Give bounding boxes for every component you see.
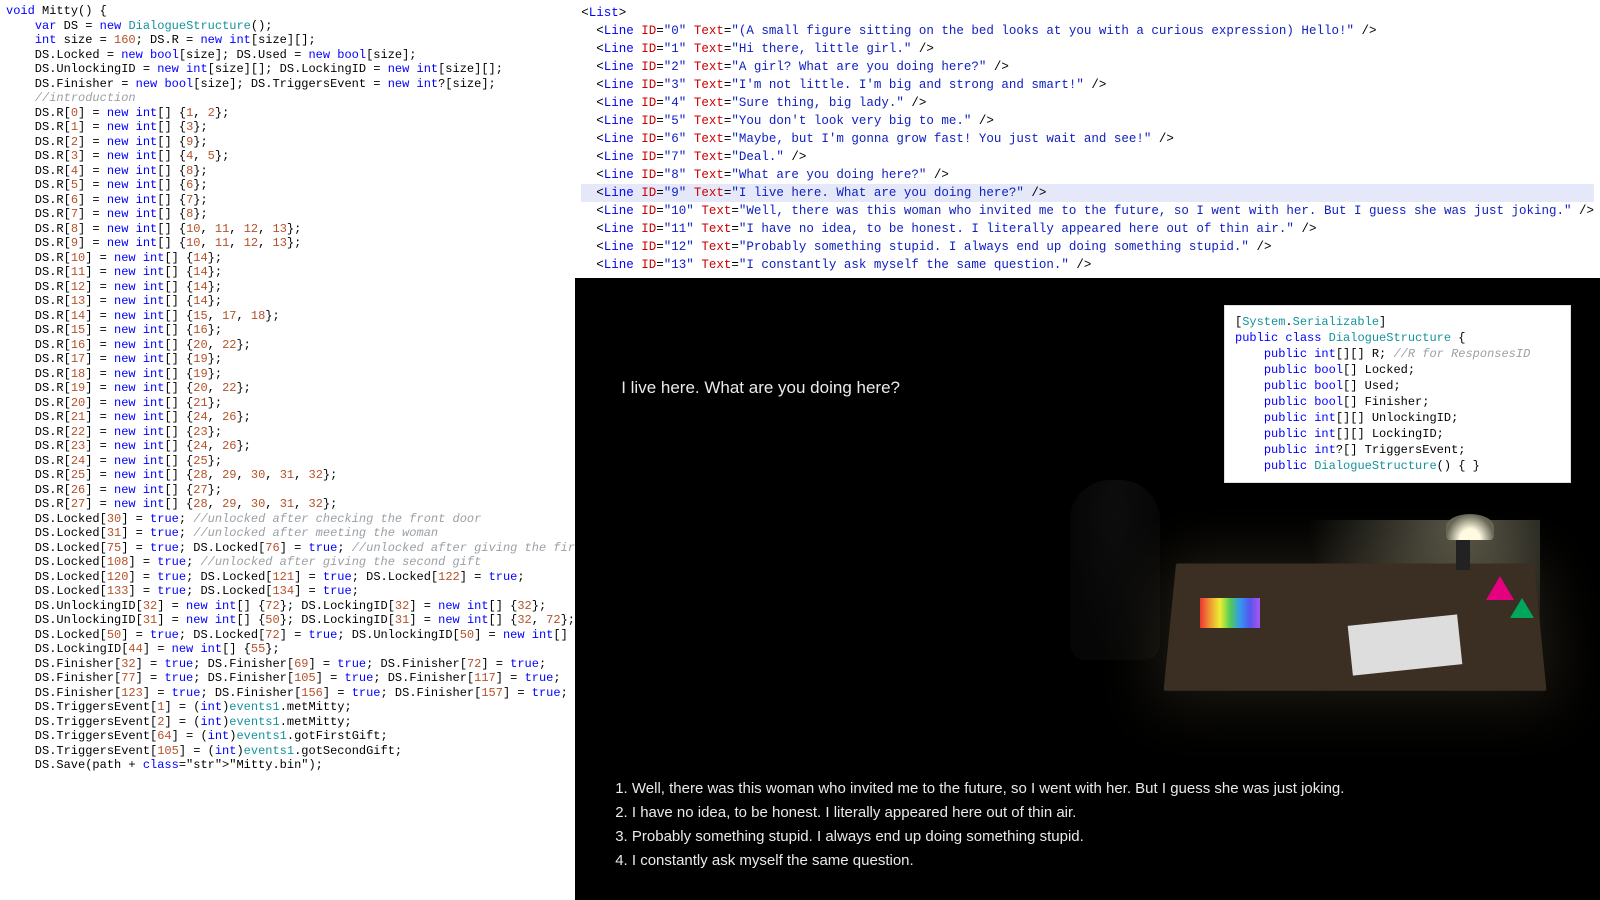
xml-line[interactable]: <Line ID="9" Text="I live here. What are… [581, 184, 1594, 202]
code-line: DS.UnlockingID = new int[size][]; DS.Loc… [6, 62, 569, 77]
dialogue-choices: 1. Well, there was this woman who invite… [615, 773, 1344, 876]
code-line: DS.Locked[108] = true; //unlocked after … [6, 555, 569, 570]
dialogue-choice[interactable]: 4. I constantly ask myself the same ques… [615, 852, 1344, 869]
code-line: DS.R[3] = new int[] {4, 5}; [6, 149, 569, 164]
code-line: DS.TriggersEvent[64] = (int)events1.gotF… [6, 729, 569, 744]
code-line: DS.Save(path + class="str">"Mitty.bin"); [6, 758, 569, 773]
code-line: DS.R[27] = new int[] {28, 29, 30, 31, 32… [6, 497, 569, 512]
code-line: DS.R[13] = new int[] {14}; [6, 294, 569, 309]
code-line: DS.R[14] = new int[] {15, 17, 18}; [6, 309, 569, 324]
xml-line[interactable]: <Line ID="8" Text="What are you doing he… [581, 166, 1594, 184]
code-line: void Mitty() { [6, 4, 569, 19]
code-line: DS.R[19] = new int[] {20, 22}; [6, 381, 569, 396]
csharp-code-pane[interactable]: void Mitty() { var DS = new DialogueStru… [0, 0, 575, 900]
code-line: DS.R[9] = new int[] {10, 11, 12, 13}; [6, 236, 569, 251]
code-line: DS.TriggersEvent[2] = (int)events1.metMi… [6, 715, 569, 730]
xml-line[interactable]: <Line ID="5" Text="You don't look very b… [581, 112, 1594, 130]
code-line: DS.TriggersEvent[1] = (int)events1.metMi… [6, 700, 569, 715]
class-line: public class DialogueStructure { [1235, 330, 1560, 346]
game-preview-pane: [System.Serializable]public class Dialog… [575, 278, 1600, 900]
code-line: DS.Locked[30] = true; //unlocked after c… [6, 512, 569, 527]
code-line: DS.R[16] = new int[] {20, 22}; [6, 338, 569, 353]
xylophone [1200, 598, 1260, 628]
class-line: public int?[] TriggersEvent; [1235, 442, 1560, 458]
xml-line[interactable]: <Line ID="6" Text="Maybe, but I'm gonna … [581, 130, 1594, 148]
class-line: public bool[] Used; [1235, 378, 1560, 394]
origami-crane-green [1510, 598, 1534, 618]
code-line: DS.Locked[133] = true; DS.Locked[134] = … [6, 584, 569, 599]
class-line: public int[][] R; //R for ResponsesID [1235, 346, 1560, 362]
dialogue-choice[interactable]: 2. I have no idea, to be honest. I liter… [615, 804, 1344, 821]
xml-root-open: <List> [581, 4, 1594, 22]
class-line: [System.Serializable] [1235, 314, 1560, 330]
xml-line[interactable]: <Line ID="13" Text="I constantly ask mys… [581, 256, 1594, 274]
code-line: DS.R[2] = new int[] {9}; [6, 135, 569, 150]
code-line: DS.Locked[50] = true; DS.Locked[72] = tr… [6, 628, 569, 643]
code-line: DS.Finisher[77] = true; DS.Finisher[105]… [6, 671, 569, 686]
xml-line[interactable]: <Line ID="12" Text="Probably something s… [581, 238, 1594, 256]
class-line: public int[][] UnlockingID; [1235, 410, 1560, 426]
code-line: DS.Finisher[32] = true; DS.Finisher[69] … [6, 657, 569, 672]
xml-line[interactable]: <Line ID="10" Text="Well, there was this… [581, 202, 1594, 220]
code-line: DS.R[6] = new int[] {7}; [6, 193, 569, 208]
code-line: DS.R[8] = new int[] {10, 11, 12, 13}; [6, 222, 569, 237]
code-line: DS.TriggersEvent[105] = (int)events1.got… [6, 744, 569, 759]
code-line: DS.R[0] = new int[] {1, 2}; [6, 106, 569, 121]
code-line: DS.R[25] = new int[] {28, 29, 30, 31, 32… [6, 468, 569, 483]
code-line: DS.R[15] = new int[] {16}; [6, 323, 569, 338]
xml-line[interactable]: <Line ID="3" Text="I'm not little. I'm b… [581, 76, 1594, 94]
code-line: DS.R[22] = new int[] {23}; [6, 425, 569, 440]
xml-line[interactable]: <Line ID="2" Text="A girl? What are you … [581, 58, 1594, 76]
class-line: public bool[] Locked; [1235, 362, 1560, 378]
class-line: public DialogueStructure() { } [1235, 458, 1560, 474]
code-line: var DS = new DialogueStructure(); [6, 19, 569, 34]
code-line: DS.LockingID[44] = new int[] {55}; [6, 642, 569, 657]
class-definition-overlay: [System.Serializable]public class Dialog… [1225, 306, 1570, 482]
xml-line[interactable]: <Line ID="0" Text="(A small figure sitti… [581, 22, 1594, 40]
origami-crane-pink [1486, 576, 1514, 600]
code-line: DS.R[7] = new int[] {8}; [6, 207, 569, 222]
class-line: public bool[] Finisher; [1235, 394, 1560, 410]
code-line: DS.Locked[31] = true; //unlocked after m… [6, 526, 569, 541]
code-line: DS.UnlockingID[32] = new int[] {72}; DS.… [6, 599, 569, 614]
code-line: DS.R[21] = new int[] {24, 26}; [6, 410, 569, 425]
xml-line[interactable]: <Line ID="1" Text="Hi there, little girl… [581, 40, 1594, 58]
code-line: DS.R[12] = new int[] {14}; [6, 280, 569, 295]
code-line: DS.R[11] = new int[] {14}; [6, 265, 569, 280]
code-line: DS.Locked[120] = true; DS.Locked[121] = … [6, 570, 569, 585]
code-line: DS.R[24] = new int[] {25}; [6, 454, 569, 469]
code-line: //introduction [6, 91, 569, 106]
class-line: public int[][] LockingID; [1235, 426, 1560, 442]
xml-line[interactable]: <Line ID="11" Text="I have no idea, to b… [581, 220, 1594, 238]
xml-line[interactable]: <Line ID="4" Text="Sure thing, big lady.… [581, 94, 1594, 112]
code-line: DS.Locked = new bool[size]; DS.Used = ne… [6, 48, 569, 63]
code-line: DS.R[23] = new int[] {24, 26}; [6, 439, 569, 454]
code-line: int size = 160; DS.R = new int[size][]; [6, 33, 569, 48]
code-line: DS.R[4] = new int[] {8}; [6, 164, 569, 179]
dialogue-choice[interactable]: 1. Well, there was this woman who invite… [615, 780, 1344, 797]
dialogue-choice[interactable]: 3. Probably something stupid. I always e… [615, 828, 1344, 845]
code-line: DS.R[17] = new int[] {19}; [6, 352, 569, 367]
code-line: DS.R[1] = new int[] {3}; [6, 120, 569, 135]
code-line: DS.UnlockingID[31] = new int[] {50}; DS.… [6, 613, 569, 628]
code-line: DS.R[26] = new int[] {27}; [6, 483, 569, 498]
code-line: DS.Finisher = new bool[size]; DS.Trigger… [6, 77, 569, 92]
xml-line[interactable]: <Line ID="7" Text="Deal." /> [581, 148, 1594, 166]
lamp-head [1446, 514, 1494, 540]
npc-dialogue-text: I live here. What are you doing here? [621, 378, 900, 398]
npc-silhouette [1070, 480, 1160, 660]
code-line: DS.Locked[75] = true; DS.Locked[76] = tr… [6, 541, 569, 556]
xml-dialogue-pane[interactable]: <List> <Line ID="0" Text="(A small figur… [575, 0, 1600, 278]
code-line: DS.R[20] = new int[] {21}; [6, 396, 569, 411]
code-line: DS.R[5] = new int[] {6}; [6, 178, 569, 193]
code-line: DS.R[10] = new int[] {14}; [6, 251, 569, 266]
code-line: DS.Finisher[123] = true; DS.Finisher[156… [6, 686, 569, 701]
code-line: DS.R[18] = new int[] {19}; [6, 367, 569, 382]
